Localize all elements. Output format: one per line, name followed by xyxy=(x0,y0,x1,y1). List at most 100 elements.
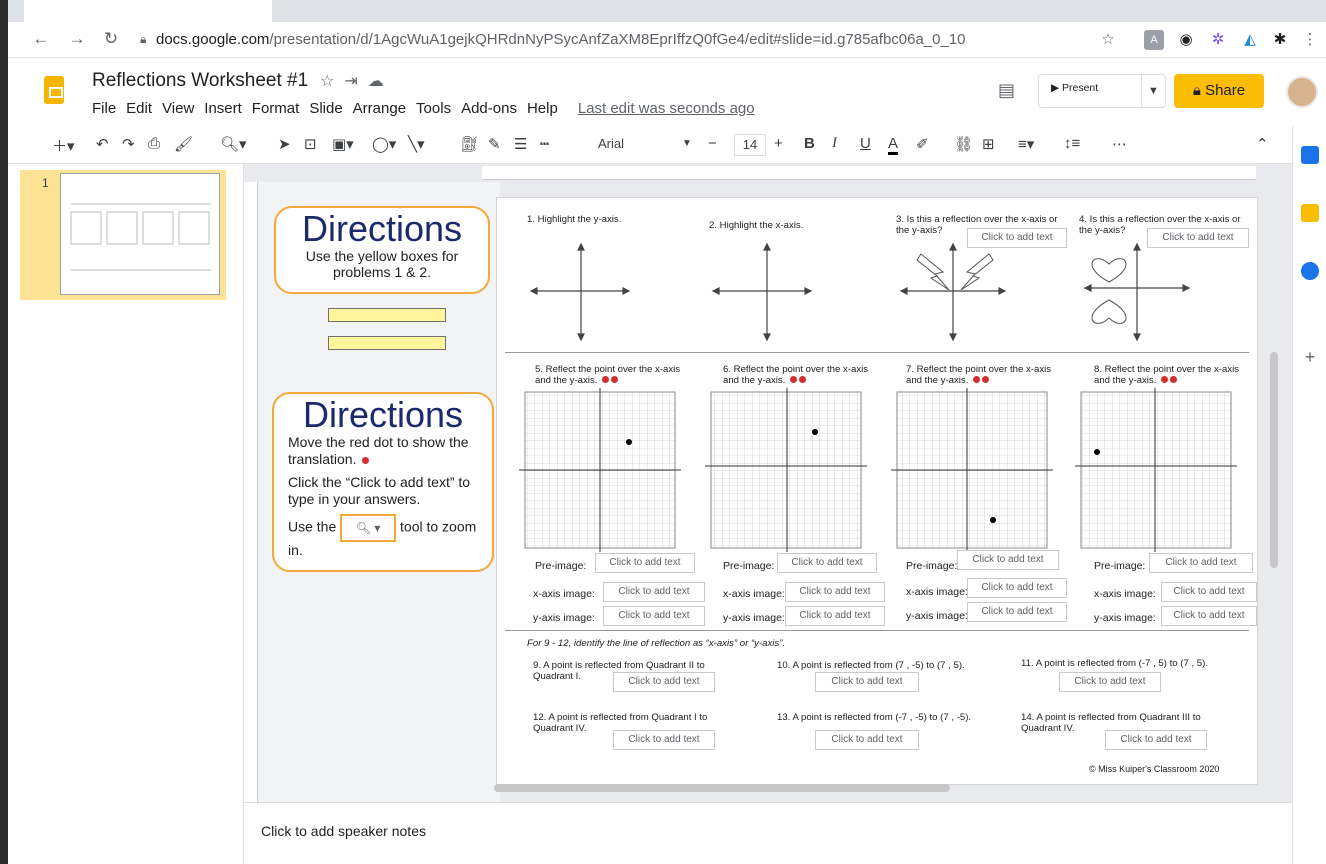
border-dash-icon[interactable]: ┅ xyxy=(540,135,549,153)
line-spacing-icon[interactable]: ↕≡ xyxy=(1064,135,1080,152)
speaker-notes[interactable]: Click to add speaker notes xyxy=(244,802,1292,864)
shape-icon[interactable]: ◯▾ xyxy=(372,135,396,153)
url-field[interactable]: 🔒︎ docs.google.com/presentation/d/1AgcWu… xyxy=(132,26,1242,54)
redo-icon[interactable]: ↷ xyxy=(122,135,135,153)
image-icon[interactable]: ▣▾ xyxy=(332,135,354,153)
slide-thumbnail[interactable] xyxy=(60,173,220,295)
underline-icon[interactable]: U xyxy=(860,135,871,152)
answer-textbox[interactable]: Click to add text xyxy=(815,730,919,750)
menu-slide[interactable]: Slide xyxy=(309,100,342,117)
zoom-icon[interactable]: 🔍︎▾ xyxy=(220,135,247,153)
print-icon[interactable]: ⎙ xyxy=(148,135,160,152)
red-dot[interactable] xyxy=(602,376,610,383)
keep-icon[interactable] xyxy=(1301,204,1319,222)
answer-textbox[interactable]: Click to add text xyxy=(613,730,715,750)
pinterest-icon[interactable]: ◉ xyxy=(1176,30,1196,50)
red-dot[interactable] xyxy=(982,376,990,383)
answer-textbox[interactable]: Click to add text xyxy=(613,672,715,692)
cloud-icon[interactable]: ☁ xyxy=(368,73,394,90)
text-color-icon[interactable]: A xyxy=(888,135,899,155)
new-slide-icon[interactable]: ＋▾ xyxy=(52,135,75,156)
undo-icon[interactable]: ↶ xyxy=(96,135,109,153)
last-edit-link[interactable]: Last edit was seconds ago xyxy=(578,100,755,117)
red-dot[interactable] xyxy=(1161,376,1169,383)
more-menu-icon[interactable]: ⋮ xyxy=(1300,30,1320,50)
answer-textbox[interactable]: Click to add text xyxy=(603,606,705,626)
select-icon[interactable]: ➤ xyxy=(278,135,291,153)
border-color-icon[interactable]: ✎ xyxy=(488,135,501,153)
yellow-highlight-box[interactable] xyxy=(328,336,446,350)
border-weight-icon[interactable]: ☰ xyxy=(514,135,527,153)
decrease-font-icon[interactable]: − xyxy=(708,135,717,152)
menu-tools[interactable]: Tools xyxy=(416,100,451,117)
answer-textbox[interactable]: Click to add text xyxy=(967,578,1067,598)
answer-textbox[interactable]: Click to add text xyxy=(815,672,919,692)
increase-font-icon[interactable]: + xyxy=(774,135,783,152)
fill-color-icon[interactable]: ⛽︎ xyxy=(460,135,479,153)
slide-canvas[interactable]: 1. Highlight the y-axis. 2. Highlight th… xyxy=(497,198,1257,784)
directions-box[interactable]: Directions Move the red dot to show the … xyxy=(272,392,494,572)
extension-icon[interactable]: ◭ xyxy=(1240,30,1260,50)
extensions-puzzle-icon[interactable]: ✱ xyxy=(1270,30,1290,50)
reload-icon[interactable]: ↻ xyxy=(100,28,122,50)
answer-textbox[interactable]: Click to add text xyxy=(1059,672,1161,692)
line-icon[interactable]: ╲▾ xyxy=(408,135,425,153)
paint-format-icon[interactable]: 🖌︎ xyxy=(174,135,193,153)
add-addon-icon[interactable]: + xyxy=(1301,348,1319,366)
menu-insert[interactable]: Insert xyxy=(204,100,242,117)
document-title[interactable]: Reflections Worksheet #1 xyxy=(92,70,308,92)
back-icon[interactable]: ← xyxy=(30,28,52,50)
answer-textbox[interactable]: Click to add text xyxy=(603,582,705,602)
menu-view[interactable]: View xyxy=(162,100,194,117)
bold-icon[interactable]: B xyxy=(804,135,815,152)
answer-textbox[interactable]: Click to add text xyxy=(967,602,1067,622)
red-dot[interactable] xyxy=(611,376,619,383)
directions-box[interactable]: Directions Use the yellow boxes for prob… xyxy=(274,206,490,294)
red-dot[interactable] xyxy=(799,376,807,383)
menu-addons[interactable]: Add-ons xyxy=(461,100,517,117)
vertical-scrollbar[interactable] xyxy=(1270,352,1278,568)
collapse-icon[interactable]: ⌃ xyxy=(1256,135,1269,153)
chevron-down-icon[interactable]: ▼ xyxy=(1141,75,1165,107)
present-button[interactable]: ▶ Present ▼ xyxy=(1038,74,1166,108)
textbox-icon[interactable]: ⊡ xyxy=(304,135,317,153)
horizontal-scrollbar[interactable] xyxy=(494,784,950,792)
menu-help[interactable]: Help xyxy=(527,100,558,117)
font-size-field[interactable]: 14 xyxy=(734,134,766,156)
menu-edit[interactable]: Edit xyxy=(126,100,152,117)
font-select[interactable]: Arial xyxy=(598,136,624,151)
calendar-icon[interactable] xyxy=(1301,146,1319,164)
extension-icon[interactable]: ✲ xyxy=(1208,30,1228,50)
highlight-icon[interactable]: ✐ xyxy=(916,135,929,153)
forward-icon[interactable]: → xyxy=(66,28,88,50)
answer-textbox[interactable]: Click to add text xyxy=(595,553,695,573)
slides-logo-icon[interactable] xyxy=(44,76,64,104)
answer-textbox[interactable]: Click to add text xyxy=(785,606,885,626)
more-icon[interactable]: ⋯ xyxy=(1112,135,1127,153)
answer-textbox[interactable]: Click to add text xyxy=(1105,730,1207,750)
avatar[interactable] xyxy=(1286,76,1318,108)
answer-textbox[interactable]: Click to add text xyxy=(1161,582,1257,602)
chevron-down-icon[interactable]: ▼ xyxy=(682,138,692,149)
menu-arrange[interactable]: Arrange xyxy=(353,100,406,117)
italic-icon[interactable]: I xyxy=(832,135,837,152)
red-dot[interactable] xyxy=(973,376,981,383)
red-dot[interactable] xyxy=(1170,376,1178,383)
extension-icon[interactable]: A xyxy=(1144,30,1164,50)
answer-textbox[interactable]: Click to add text xyxy=(1161,606,1257,626)
menu-format[interactable]: Format xyxy=(252,100,300,117)
menu-file[interactable]: File xyxy=(92,100,116,117)
link-icon[interactable]: ⛓︎ xyxy=(954,135,973,153)
answer-textbox[interactable]: Click to add text xyxy=(957,550,1059,570)
browser-tab[interactable] xyxy=(24,0,272,22)
answer-textbox[interactable]: Click to add text xyxy=(1149,553,1253,573)
move-icon[interactable]: ⇥ xyxy=(344,73,367,90)
bookmark-star-icon[interactable]: ☆ xyxy=(1098,30,1118,50)
red-dot[interactable] xyxy=(790,376,798,383)
add-comment-icon[interactable]: ⊞ xyxy=(982,135,995,153)
answer-textbox[interactable]: Click to add text xyxy=(777,553,877,573)
tasks-icon[interactable] xyxy=(1301,262,1319,280)
star-icon[interactable]: ☆ xyxy=(320,73,344,90)
share-button[interactable]: 🔒︎ Share xyxy=(1174,74,1264,108)
answer-textbox[interactable]: Click to add text xyxy=(785,582,885,602)
